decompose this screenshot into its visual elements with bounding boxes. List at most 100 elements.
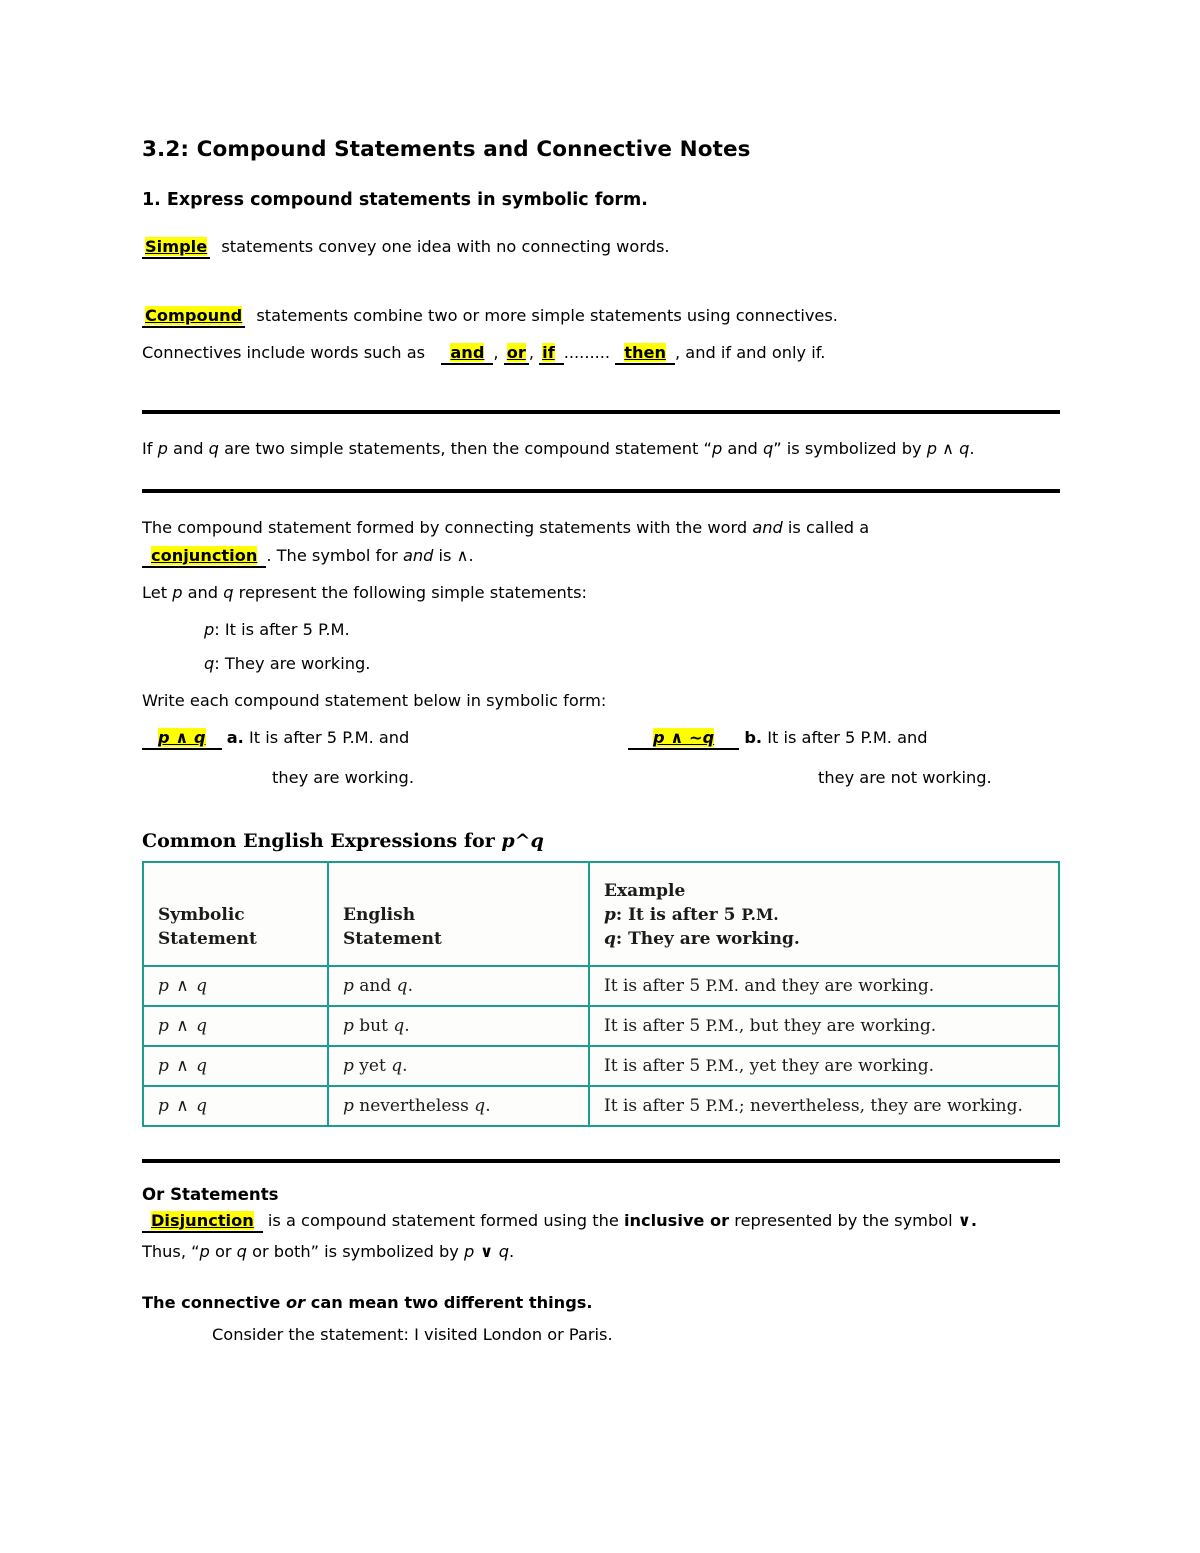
statement-p-text: : It is after 5 P.M. (214, 620, 350, 640)
header-english-line-2: Statement (343, 929, 442, 950)
table-caption-text: Common English Expressions for (142, 830, 502, 853)
connective-blank-then[interactable]: then (615, 343, 675, 366)
connective-answer-if: if (542, 343, 555, 363)
conjunction-blank[interactable]: conjunction (142, 545, 267, 568)
connective-or-meaning-line: The connective or can mean two different… (142, 1262, 1060, 1313)
connective-word: but (353, 1015, 394, 1036)
connective-answer-then: then (624, 343, 666, 363)
disjunction-text-a: is a compound statement formed using the (267, 1210, 624, 1230)
connective-answer-or: or (506, 343, 526, 363)
var-q: q (208, 438, 219, 458)
cell-example: It is after 5 P.M., yet they are working… (588, 1044, 1060, 1087)
cell-symbolic: p ∧ q (142, 964, 329, 1007)
answer-a-text: It is after 5 P.M. and (248, 728, 410, 748)
disjunction-symbolic-line: Thus, “p or q or both” is symbolized by … (142, 1231, 1060, 1262)
statement-p: p: It is after 5 P.M. (142, 603, 1060, 640)
consider-statement-line: Consider the statement: I visited London… (212, 1324, 613, 1344)
example-text-b: , yet they are working. (738, 1055, 935, 1076)
connective-blank-or[interactable]: or (503, 343, 529, 366)
rule-text-4: and (722, 438, 763, 458)
table-header-row: Symbolic Statement English Statement Exa… (142, 861, 1060, 967)
period: . (404, 1015, 410, 1036)
example-text-a: It is after 5 (604, 975, 706, 996)
answer-a-continuation: they are working. (272, 767, 414, 787)
simple-answer: Simple (145, 236, 208, 256)
page-title: 3.2: Compound Statements and Connective … (142, 137, 751, 162)
rule-text-3: are two simple statements, then the comp… (218, 438, 712, 458)
answer-a-letter: a. (226, 728, 244, 748)
pm-smallcaps: P.M. (741, 905, 779, 925)
header-example-q: q: They are working. (604, 927, 1044, 951)
example-text-a: It is after 5 (604, 1015, 706, 1036)
disjunction-definition-line: Disjunction is a compound statement form… (142, 1204, 1060, 1233)
cell-english: p nevertheless q. (327, 1084, 590, 1127)
document-page: 3.2: Compound Statements and Connective … (142, 0, 1060, 1345)
conjunction-text-b: is called a (782, 518, 870, 538)
connective-answer-and: and (450, 343, 485, 363)
conjunction-definition-line-1: The compound statement formed by connect… (142, 493, 1060, 538)
answer-blank-a[interactable]: p ∧ q (142, 728, 222, 751)
disjunction-answer: Disjunction (151, 1210, 254, 1230)
var-p: p (199, 1241, 210, 1261)
connective-word: and (353, 975, 397, 996)
word-and-italic: and (752, 518, 783, 538)
connective-blank-and[interactable]: and (441, 343, 494, 366)
connective-word: nevertheless (353, 1095, 475, 1116)
compound-blank[interactable]: Compound (142, 306, 246, 328)
var-q: q (396, 975, 408, 996)
var-q: q (604, 929, 616, 950)
table-row: p ∧ q p and q. It is after 5 P.M. and th… (142, 964, 1060, 1007)
cell-symbolic: p ∧ q (142, 1044, 329, 1087)
var-p: p (343, 1015, 354, 1036)
header-example-title: Example (604, 881, 686, 902)
table-caption: Common English Expressions for p^q (142, 788, 1060, 861)
period: . (407, 975, 413, 996)
bottom-text-b: can mean two different things. (305, 1293, 593, 1313)
var-q: q (391, 1055, 403, 1076)
word-or: or (209, 1241, 237, 1261)
cell-english: p yet q. (327, 1044, 590, 1087)
conjunction-text-a: The compound statement formed by connect… (142, 518, 753, 538)
var-p: p (204, 620, 215, 640)
period: . (485, 1095, 491, 1116)
period: . (509, 1241, 515, 1261)
cell-english: p and q. (327, 964, 590, 1007)
cell-english: p but q. (327, 1004, 590, 1047)
header-example-q-text: : They are working. (615, 929, 800, 950)
cell-example: It is after 5 P.M. and they are working. (588, 964, 1060, 1007)
connective-blank-if[interactable]: if (539, 343, 564, 366)
var-p: p (343, 975, 354, 996)
pm-smallcaps: P.M. (705, 1055, 739, 1075)
bottom-text-a: The connective (142, 1293, 286, 1313)
var-q: q (762, 438, 774, 458)
conjunction-text-d: is ∧. (433, 545, 474, 565)
var-q: q (204, 653, 215, 673)
wedge-symbol: ∧ (936, 438, 960, 458)
write-prompt: Write each compound statement below in s… (142, 691, 607, 710)
compound-definition-text: statements combine two or more simple st… (256, 306, 838, 325)
conjunction-text-c: . The symbol for (266, 545, 403, 565)
var-q: q (223, 582, 234, 602)
word-or-italic: or (285, 1293, 306, 1313)
or-statements-heading: Or Statements (142, 1184, 279, 1204)
simple-blank[interactable]: Simple (142, 236, 211, 259)
header-example-p: p: It is after 5 P.M. (604, 903, 1044, 927)
vee-symbol: ∨. (957, 1210, 978, 1230)
cell-example: It is after 5 P.M., but they are working… (588, 1004, 1060, 1047)
disjunction-blank[interactable]: Disjunction (142, 1210, 263, 1233)
conjunction-definition-line-2: conjunction . The symbol for and is ∧. (142, 539, 1060, 568)
pm-smallcaps: P.M. (705, 1095, 739, 1115)
cell-symbolic: p ∧ q (142, 1084, 329, 1127)
statement-q-text: : They are working. (214, 653, 371, 673)
table-row: p ∧ q p but q. It is after 5 P.M., but t… (142, 1004, 1060, 1047)
var-p: p (157, 438, 168, 458)
statement-q: q: They are working. (142, 641, 1060, 674)
pm-smallcaps: P.M. (705, 975, 739, 995)
var-q: q (474, 1095, 486, 1116)
var-p: p (604, 905, 616, 926)
var-q: q (236, 1241, 247, 1261)
table-body: p ∧ q p and q. It is after 5 P.M. and th… (142, 964, 1060, 1127)
example-text-a: It is after 5 (604, 1095, 706, 1116)
answer-item-a: p ∧ q a. It is after 5 P.M. and (142, 727, 628, 751)
answer-blank-b[interactable]: p ∧ ~q (628, 728, 740, 751)
